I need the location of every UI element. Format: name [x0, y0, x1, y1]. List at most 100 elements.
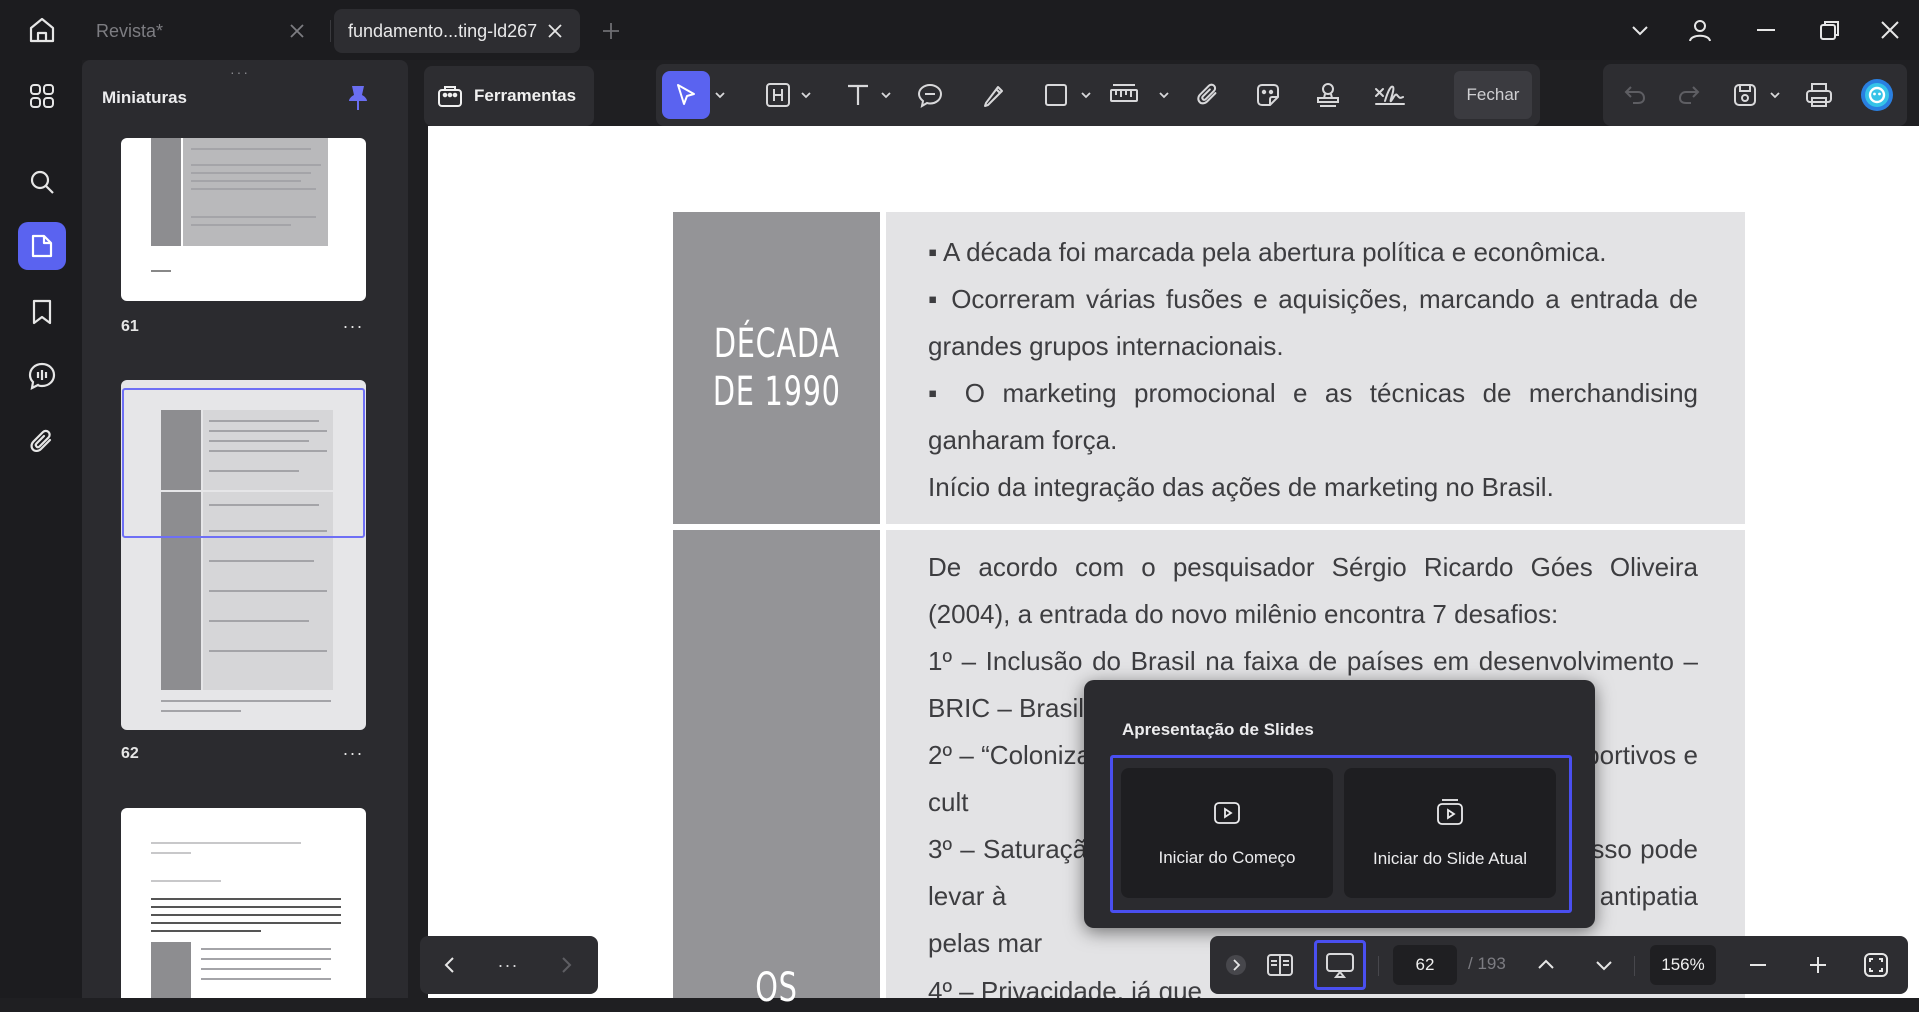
comments-icon[interactable]	[18, 352, 66, 400]
section-heading: DÉCADA DE 1990	[712, 321, 841, 415]
tab-fundamentos[interactable]: fundamento...ting-ld267	[334, 9, 580, 53]
presentation-icon	[1326, 953, 1354, 978]
popup-title: Apresentação de Slides	[1122, 720, 1314, 739]
thumbnails-title: Miniaturas	[102, 88, 188, 107]
print-icon[interactable]	[1797, 71, 1841, 119]
divider	[1378, 956, 1379, 976]
section-heading-cell: OS	[673, 530, 880, 1011]
highlight-text-icon[interactable]	[760, 71, 796, 119]
close-toolbar-button[interactable]: Fechar	[1454, 71, 1532, 119]
thumb-line	[191, 216, 316, 218]
bookmark-icon[interactable]	[18, 288, 66, 336]
divider	[1634, 956, 1635, 976]
paragraph: De acordo com o pesquisador Sérgio Ricar…	[928, 552, 1698, 629]
play-screen-icon	[1214, 802, 1240, 824]
sticker-icon[interactable]	[1248, 71, 1288, 119]
signature-icon[interactable]	[1368, 71, 1412, 119]
stamp-icon[interactable]	[1308, 71, 1348, 119]
thumb-line	[201, 948, 331, 950]
comment-icon[interactable]	[910, 71, 950, 119]
thumbnail-number: 61	[121, 318, 139, 335]
previous-icon[interactable]	[432, 945, 468, 985]
page-navigation-right: 62 / 193 156%	[1210, 936, 1908, 994]
slideshow-button[interactable]	[1314, 940, 1366, 990]
page-navigation-left: ···	[420, 936, 598, 994]
rectangle-icon[interactable]	[1036, 71, 1076, 119]
user-icon[interactable]	[1682, 14, 1718, 46]
next-page-icon[interactable]	[1586, 945, 1622, 985]
chevron-down-icon[interactable]	[1767, 71, 1783, 119]
chevron-down-icon[interactable]	[878, 71, 894, 119]
undo-icon[interactable]	[1617, 71, 1653, 119]
thumb-line	[161, 700, 331, 702]
left-rail	[0, 60, 82, 998]
paragraph: ▪ Ocorreram várias fusões e aquisições, …	[928, 284, 1698, 361]
new-tab-icon[interactable]	[596, 16, 626, 46]
tools-label: Ferramentas	[474, 86, 577, 105]
thumbnail-number: 62	[121, 745, 139, 762]
attach-file-icon[interactable]	[1188, 71, 1228, 119]
thumb-line	[151, 930, 261, 932]
chevron-down-icon[interactable]	[712, 71, 728, 119]
pages-icon[interactable]	[18, 222, 66, 270]
tab-label: Revista*	[96, 20, 164, 41]
save-icon[interactable]	[1725, 71, 1765, 119]
thumb-line	[191, 164, 321, 166]
zoom-in-icon[interactable]	[1800, 945, 1836, 985]
minimize-icon[interactable]	[1748, 14, 1784, 46]
measure-icon[interactable]	[1104, 71, 1144, 119]
tools-button[interactable]: Ferramentas	[424, 66, 594, 126]
search-icon[interactable]	[18, 158, 66, 206]
close-icon[interactable]	[286, 20, 308, 42]
fit-page-icon[interactable]	[1858, 945, 1894, 985]
paragraph: ▪ O marketing promocional e as técnicas …	[928, 378, 1698, 455]
ai-assistant-icon[interactable]	[1855, 71, 1899, 119]
next-icon[interactable]	[548, 945, 584, 985]
slideshow-options-group: Iniciar do Começo Iniciar do Slide Atual	[1110, 755, 1572, 913]
toolbox-icon	[438, 86, 462, 107]
current-page-input[interactable]: 62	[1393, 945, 1457, 985]
thumb-line	[209, 590, 327, 592]
thumb-line	[201, 978, 331, 980]
select-arrow-icon[interactable]	[662, 71, 710, 119]
title-bar: Revista* fundamento...ting-ld267	[0, 0, 1919, 60]
zoom-level[interactable]: 156%	[1650, 945, 1716, 985]
thumbnail-page-61[interactable]	[121, 138, 366, 301]
thumb-line	[151, 922, 341, 924]
text-tool-icon[interactable]	[840, 71, 876, 119]
more-options-icon[interactable]: ···	[490, 945, 526, 985]
start-from-current-slide-button[interactable]: Iniciar do Slide Atual	[1344, 768, 1556, 898]
close-icon[interactable]	[544, 20, 566, 42]
attachment-icon[interactable]	[18, 418, 66, 466]
close-window-icon[interactable]	[1872, 14, 1908, 46]
expand-chevron-icon[interactable]	[1222, 945, 1250, 985]
home-icon[interactable]	[22, 12, 62, 48]
chevron-down-icon[interactable]	[1622, 14, 1658, 46]
chevron-down-icon[interactable]	[1078, 71, 1094, 119]
redo-icon[interactable]	[1671, 71, 1707, 119]
zoom-out-icon[interactable]	[1740, 945, 1776, 985]
thumb-line	[191, 172, 311, 174]
thumb-line	[209, 560, 314, 562]
apps-grid-icon[interactable]	[18, 72, 66, 120]
pin-icon[interactable]	[344, 82, 372, 114]
doc-section-1990: DÉCADA DE 1990 ▪ A década foi marcada pe…	[673, 212, 1745, 524]
drag-handle[interactable]: ···	[230, 64, 250, 80]
thumb-line	[191, 148, 311, 150]
page-layout-icon[interactable]	[1262, 945, 1298, 985]
thumb-line	[191, 180, 301, 182]
start-from-beginning-button[interactable]: Iniciar do Começo	[1121, 768, 1333, 898]
section-heading-cell: DÉCADA DE 1990	[673, 212, 880, 524]
tab-revista[interactable]: Revista*	[82, 9, 322, 53]
restore-icon[interactable]	[1812, 14, 1848, 46]
viewport-indicator[interactable]	[122, 388, 365, 538]
chevron-down-icon[interactable]	[1156, 71, 1172, 119]
pen-icon[interactable]	[974, 71, 1014, 119]
thumb-line	[151, 880, 221, 882]
more-options-icon[interactable]: ···	[338, 743, 368, 763]
chevron-down-icon[interactable]	[798, 71, 814, 119]
thumbnail-page-63[interactable]	[121, 808, 366, 998]
more-options-icon[interactable]: ···	[338, 316, 368, 336]
tab-label: fundamento...ting-ld267	[348, 20, 538, 41]
previous-page-icon[interactable]	[1528, 945, 1564, 985]
